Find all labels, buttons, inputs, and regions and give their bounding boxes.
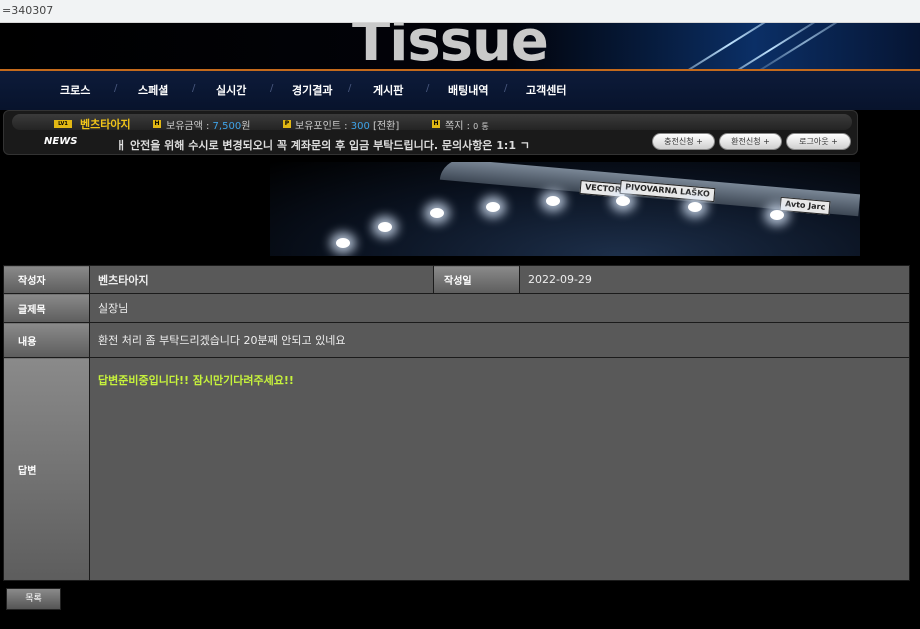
stadium-sign: Avto Jarc xyxy=(779,196,831,216)
nav-separator: / xyxy=(192,83,196,94)
points-convert-link[interactable]: [전환] xyxy=(373,121,399,132)
news-ticker: ㅐ 안전을 위해 수시로 변경되오니 꼭 계좌문의 후 입금 부탁드립니다. 문… xyxy=(116,139,530,152)
title-value: 실장님 xyxy=(89,293,910,323)
stadium-light xyxy=(546,196,560,206)
logout-label: 로그아웃 xyxy=(799,137,829,146)
memo-unit: 통 xyxy=(481,122,489,131)
author-name: 벤츠타아지 xyxy=(98,273,149,287)
balance-info: 보유금액 : 7,500원 xyxy=(166,117,250,132)
content-label: 내용 xyxy=(3,322,90,358)
table-row: 답변 답변준비중입니다!! 잠시만기다려주세요!! xyxy=(3,357,910,581)
content-value: 환전 처리 좀 부탁드리겠습니다 20분째 안되고 있네요 xyxy=(89,322,910,358)
table-row: 내용 환전 처리 좀 부탁드리겠습니다 20분째 안되고 있네요 xyxy=(3,322,910,358)
site-logo[interactable]: Tissue xyxy=(352,23,549,69)
balance-label: 보유금액 : xyxy=(166,121,210,132)
points-info: 보유포인트 : 300 [전환] xyxy=(295,117,399,132)
username: 벤츠타아지 xyxy=(80,118,131,131)
nav-item-board[interactable]: 게시판 xyxy=(373,82,403,98)
answer-text: 답변준비중입니다!! 잠시만기다려주세요!! xyxy=(98,374,294,387)
balance-marker-icon: H xyxy=(153,120,161,128)
stadium-light xyxy=(336,238,350,248)
arrow-icon: + xyxy=(831,137,838,146)
address-bar[interactable]: =340307 xyxy=(0,0,920,23)
nav-separator: / xyxy=(270,83,274,94)
date-value: 2022-09-29 xyxy=(519,265,910,294)
memo-marker-icon: H xyxy=(432,120,440,128)
site-banner: Tissue xyxy=(0,23,920,69)
main-nav: 크로스 / 스페셜 / 실시간 / 경기결과 / 게시판 / 배팅내역 / 고객… xyxy=(0,69,920,110)
nav-item-special[interactable]: 스페셜 xyxy=(138,82,168,98)
stadium-light xyxy=(430,208,444,218)
stadium-banner-image: VECTOR PIVOVARNA LAŠKO Avto Jarc xyxy=(270,162,860,256)
news-label: NEWS xyxy=(44,136,78,147)
light-streak xyxy=(740,23,870,69)
nav-separator: / xyxy=(114,83,118,94)
deposit-request-button[interactable]: 충전신청 + xyxy=(652,133,715,150)
nav-item-cross[interactable]: 크로스 xyxy=(60,82,90,98)
withdraw-label: 환전신청 xyxy=(731,137,761,146)
author-label: 작성자 xyxy=(3,265,90,294)
stadium-light xyxy=(486,202,500,212)
nav-separator: / xyxy=(426,83,430,94)
balance-unit: 원 xyxy=(241,121,251,132)
table-row: 글제목 실장님 xyxy=(3,293,910,323)
stadium-light xyxy=(770,210,784,220)
answer-value: 답변준비중입니다!! 잠시만기다려주세요!! xyxy=(89,357,910,581)
level-badge: LV1 xyxy=(54,120,72,128)
deposit-label: 충전신청 xyxy=(664,137,694,146)
stadium-light xyxy=(616,196,630,206)
balance-value: 7,500 xyxy=(212,121,242,132)
arrow-icon: + xyxy=(763,137,770,146)
nav-item-bet-history[interactable]: 배팅내역 xyxy=(448,82,488,98)
memo-info[interactable]: 쪽지 : 0 통 xyxy=(445,117,489,132)
logout-button[interactable]: 로그아웃 + xyxy=(786,133,851,150)
points-marker-icon: P xyxy=(283,120,291,128)
memo-label: 쪽지 : xyxy=(445,121,470,132)
points-value: 300 xyxy=(350,121,370,132)
url-text: =340307 xyxy=(2,4,54,17)
nav-item-customer-center[interactable]: 고객센터 xyxy=(526,82,566,98)
user-info-bar: LV1 벤츠타아지 H 보유금액 : 7,500원 P 보유포인트 : 300 … xyxy=(3,110,858,155)
nav-item-live[interactable]: 실시간 xyxy=(216,82,246,98)
withdraw-request-button[interactable]: 환전신청 + xyxy=(719,133,782,150)
stadium-light xyxy=(688,202,702,212)
stadium-light xyxy=(378,222,392,232)
memo-count: 0 xyxy=(473,122,479,131)
nav-separator: / xyxy=(348,83,352,94)
table-row: 작성자 벤츠타아지 작성일 2022-09-29 xyxy=(3,265,910,294)
author-value: 벤츠타아지 xyxy=(89,265,434,294)
user-status-row: LV1 벤츠타아지 H 보유금액 : 7,500원 P 보유포인트 : 300 … xyxy=(12,114,852,132)
date-label: 작성일 xyxy=(433,265,520,294)
nav-separator: / xyxy=(504,83,508,94)
post-detail-table: 작성자 벤츠타아지 작성일 2022-09-29 글제목 실장님 내용 환전 처… xyxy=(3,265,910,581)
nav-item-results[interactable]: 경기결과 xyxy=(292,82,332,98)
points-label: 보유포인트 : xyxy=(295,121,348,132)
arrow-icon: + xyxy=(696,137,703,146)
answer-label: 답변 xyxy=(3,357,90,581)
light-streak xyxy=(653,23,807,69)
title-label: 글제목 xyxy=(3,293,90,323)
list-button[interactable]: 목록 xyxy=(6,588,61,610)
